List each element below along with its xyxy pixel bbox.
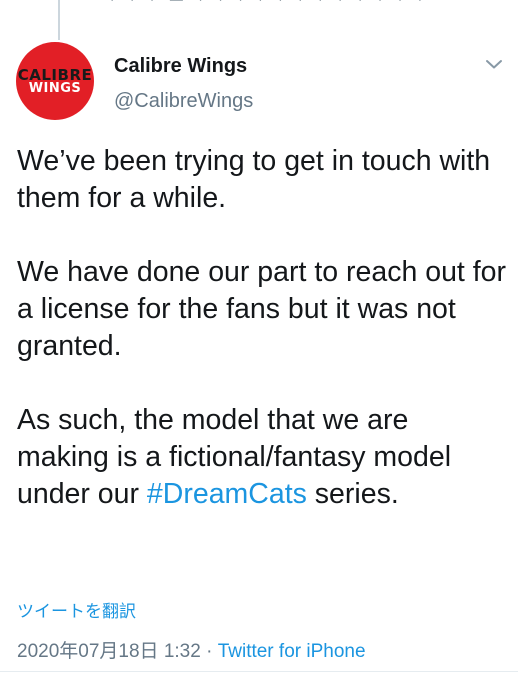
tweet-meta: 2020年07月18日 1:32 · Twitter for iPhone	[17, 636, 366, 663]
translate-tweet-link[interactable]: ツイートを翻訳	[17, 597, 136, 622]
avatar-logo-text-top: CALIBRE	[17, 65, 93, 84]
meta-separator: ·	[200, 641, 218, 662]
avatar-logo-text-bottom: WINGS	[28, 80, 82, 96]
hashtag-link[interactable]: #DreamCats	[147, 478, 307, 510]
author-handle[interactable]: @CalibreWings	[114, 90, 253, 113]
tweet-paragraph-1: We’ve been trying to get in touch with t…	[17, 145, 491, 214]
tweet-timestamp[interactable]: 2020年07月18日 1:32	[17, 641, 201, 662]
thread-connector-line	[58, 0, 60, 40]
author-display-name[interactable]: Calibre Wings	[114, 55, 247, 78]
avatar[interactable]: CALIBRE WINGS	[16, 42, 94, 120]
tweet-text: We’ve been trying to get in touch with t…	[17, 143, 507, 513]
divider	[0, 671, 518, 672]
previous-tweet-cut-text: · · · — · · · · · · · · · · · ·	[110, 0, 450, 6]
tweet-paragraph-2: We have done our part to reach out for a…	[17, 256, 507, 362]
tweet-paragraph-3-tail: series.	[306, 478, 399, 510]
chevron-down-icon[interactable]	[482, 52, 506, 76]
tweet-source-link[interactable]: Twitter for iPhone	[218, 641, 366, 662]
tweet-paragraph-3: As such, the model that we are making is…	[17, 402, 507, 513]
